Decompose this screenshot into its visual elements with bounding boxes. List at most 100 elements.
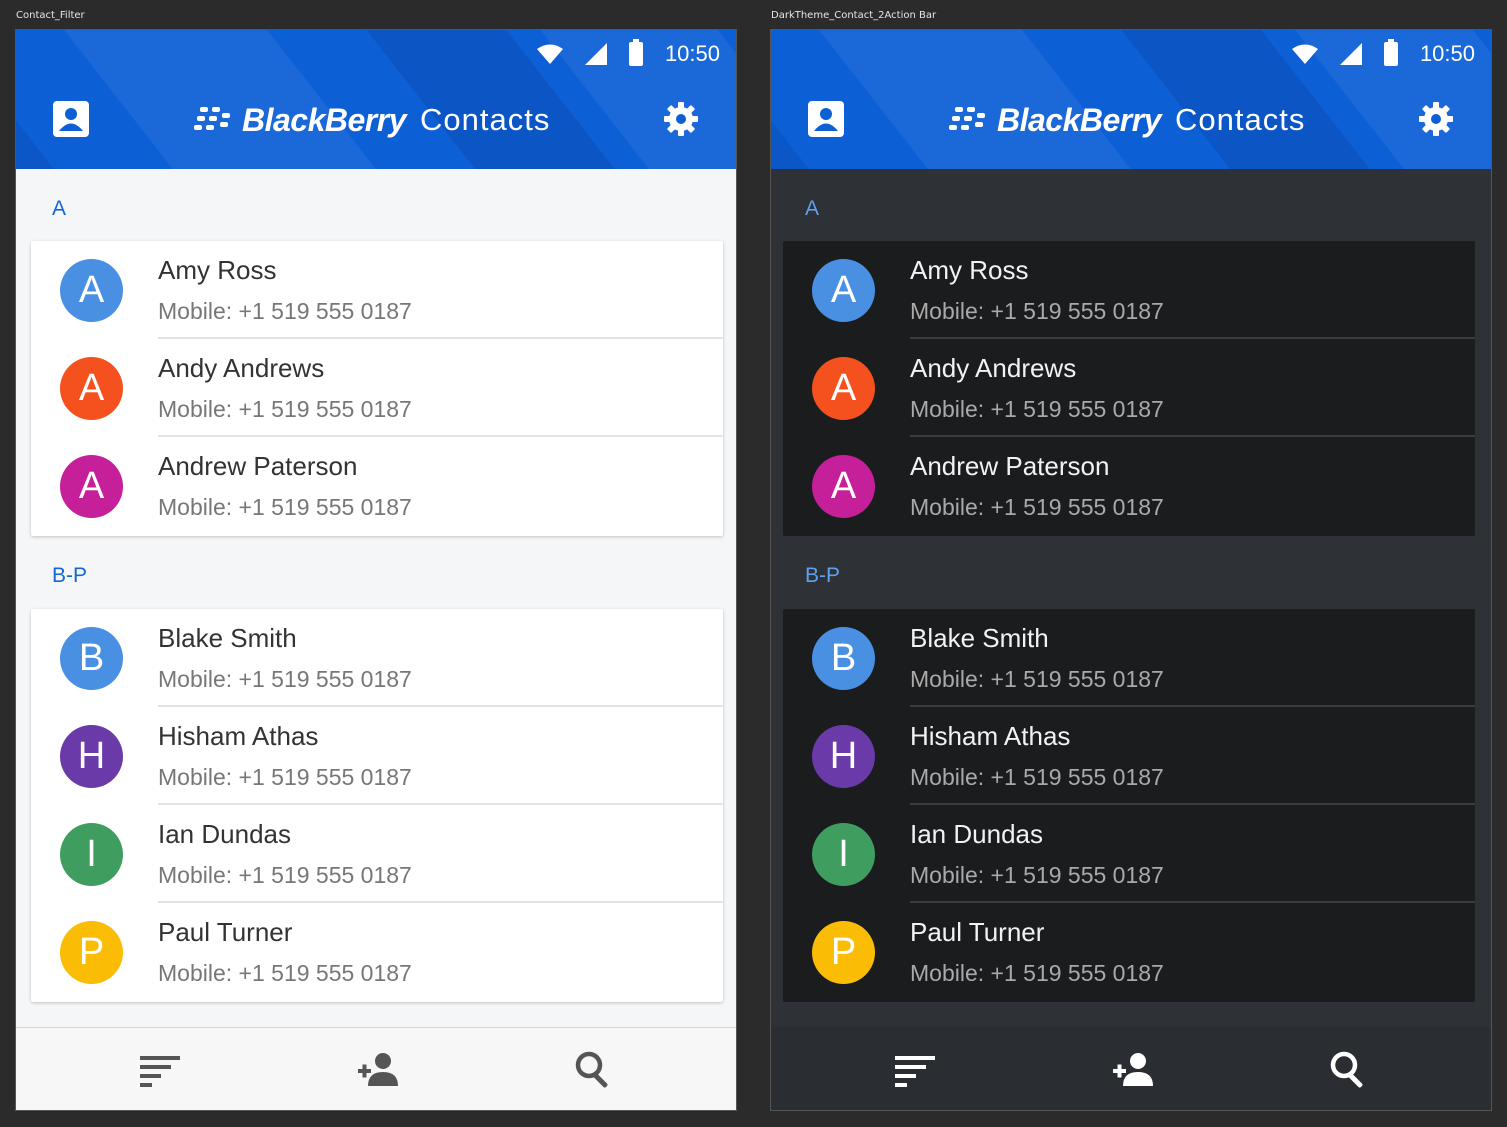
settings-gear-icon[interactable]	[662, 100, 700, 138]
contact-row[interactable]: A Andrew Paterson Mobile: +1 519 555 018…	[783, 437, 1475, 535]
contact-phone: Mobile: +1 519 555 0187	[158, 764, 412, 790]
contacts-screen-light: 10:50 BlackBerry Contacts A A Amy Ross M…	[15, 29, 737, 1111]
section-header-a: A	[805, 197, 820, 220]
contact-row[interactable]: I Ian Dundas Mobile: +1 519 555 0187	[783, 805, 1475, 903]
contact-name: Hisham Athas	[158, 721, 319, 751]
add-contact-button[interactable]	[1111, 1050, 1155, 1090]
bottom-action-bar	[771, 1027, 1491, 1110]
search-icon	[575, 1051, 608, 1088]
contact-card-a: A Amy Ross Mobile: +1 519 555 0187 A And…	[783, 241, 1475, 536]
contact-row[interactable]: P Paul Turner Mobile: +1 519 555 0187	[783, 903, 1475, 1001]
contact-phone: Mobile: +1 519 555 0187	[158, 494, 412, 520]
section-header-b-p: B-P	[52, 564, 88, 587]
search-icon	[1330, 1051, 1363, 1088]
app-bar: 10:50 BlackBerry Contacts	[16, 30, 736, 169]
avatar: A	[812, 455, 875, 518]
avatar: A	[812, 357, 875, 420]
contact-phone: Mobile: +1 519 555 0187	[910, 666, 1164, 692]
contact-name: Andy Andrews	[910, 353, 1077, 383]
contact-name: Paul Turner	[910, 917, 1045, 947]
brand-title: BlackBerry Contacts	[949, 98, 1305, 142]
contacts-book-icon[interactable]	[52, 100, 90, 138]
avatar: P	[60, 921, 123, 984]
contact-row[interactable]: H Hisham Athas Mobile: +1 519 555 0187	[31, 707, 723, 805]
status-time: 10:50	[664, 41, 720, 66]
contacts-screen-dark: 10:50 BlackBerry Contacts A A Amy Ross M…	[770, 29, 1492, 1111]
status-bar: 10:50	[536, 39, 720, 68]
contact-row[interactable]: H Hisham Athas Mobile: +1 519 555 0187	[783, 707, 1475, 805]
contacts-book-icon[interactable]	[807, 100, 845, 138]
filter-button[interactable]	[138, 1050, 182, 1090]
contact-name: Andrew Paterson	[910, 451, 1110, 481]
status-bar: 10:50	[1291, 39, 1475, 68]
contact-phone: Mobile: +1 519 555 0187	[910, 960, 1164, 986]
search-button[interactable]	[1327, 1050, 1371, 1090]
contact-name: Hisham Athas	[910, 721, 1071, 751]
wifi-icon	[1291, 44, 1318, 64]
avatar: B	[812, 627, 875, 690]
avatar: P	[812, 921, 875, 984]
contact-row[interactable]: P Paul Turner Mobile: +1 519 555 0187	[31, 903, 723, 1001]
signal-icon	[584, 43, 607, 65]
avatar: A	[60, 259, 123, 322]
contact-phone: Mobile: +1 519 555 0187	[158, 396, 412, 422]
contact-card-b-p: B Blake Smith Mobile: +1 519 555 0187 H …	[31, 609, 723, 1002]
contact-phone: Mobile: +1 519 555 0187	[910, 764, 1164, 790]
filter-button[interactable]	[893, 1050, 937, 1090]
contact-row[interactable]: A Andy Andrews Mobile: +1 519 555 0187	[31, 339, 723, 437]
settings-gear-icon[interactable]	[1417, 100, 1455, 138]
contact-name: Ian Dundas	[158, 819, 291, 849]
section-header-b-p: B-P	[805, 564, 841, 587]
artboard-title: DarkTheme_Contact_2Action Bar	[771, 10, 937, 21]
contact-row[interactable]: A Andy Andrews Mobile: +1 519 555 0187	[783, 339, 1475, 437]
signal-icon	[1339, 43, 1362, 65]
avatar: I	[60, 823, 123, 886]
contact-row[interactable]: A Andrew Paterson Mobile: +1 519 555 018…	[31, 437, 723, 535]
contact-row[interactable]: A Amy Ross Mobile: +1 519 555 0187	[31, 241, 723, 339]
contact-card-b-p: B Blake Smith Mobile: +1 519 555 0187 H …	[783, 609, 1475, 1002]
filter-icon	[895, 1056, 935, 1087]
wifi-icon	[536, 44, 563, 64]
contact-phone: Mobile: +1 519 555 0187	[910, 298, 1164, 324]
contact-row[interactable]: A Amy Ross Mobile: +1 519 555 0187	[783, 241, 1475, 339]
avatar: H	[812, 725, 875, 788]
contact-name: Amy Ross	[158, 255, 277, 285]
contact-phone: Mobile: +1 519 555 0187	[910, 396, 1164, 422]
add-contact-icon	[1113, 1053, 1153, 1086]
contact-phone: Mobile: +1 519 555 0187	[910, 862, 1164, 888]
contact-phone: Mobile: +1 519 555 0187	[158, 960, 412, 986]
filter-icon	[140, 1056, 180, 1087]
battery-icon	[1383, 39, 1398, 66]
status-time: 10:50	[1419, 41, 1475, 66]
contact-row[interactable]: B Blake Smith Mobile: +1 519 555 0187	[783, 609, 1475, 707]
contact-phone: Mobile: +1 519 555 0187	[158, 298, 412, 324]
contact-phone: Mobile: +1 519 555 0187	[910, 494, 1164, 520]
contact-name: Blake Smith	[910, 623, 1049, 653]
avatar: A	[812, 259, 875, 322]
search-button[interactable]	[572, 1050, 616, 1090]
contact-name: Blake Smith	[158, 623, 297, 653]
blackberry-logo-icon	[949, 107, 985, 130]
app-name: Contacts	[1175, 102, 1306, 137]
bottom-action-bar	[16, 1027, 736, 1110]
avatar: B	[60, 627, 123, 690]
section-header-a: A	[52, 197, 67, 220]
contact-name: Amy Ross	[910, 255, 1029, 285]
contact-row[interactable]: I Ian Dundas Mobile: +1 519 555 0187	[31, 805, 723, 903]
contact-name: Paul Turner	[158, 917, 293, 947]
app-bar: 10:50 BlackBerry Contacts	[771, 30, 1491, 169]
contact-name: Andrew Paterson	[158, 451, 358, 481]
brand-title: BlackBerry Contacts	[194, 98, 550, 142]
contact-row[interactable]: B Blake Smith Mobile: +1 519 555 0187	[31, 609, 723, 707]
artboard-title: Contact_Filter	[16, 10, 85, 21]
contact-name: Ian Dundas	[910, 819, 1043, 849]
battery-icon	[628, 39, 643, 66]
add-contact-icon	[358, 1053, 398, 1086]
add-contact-button[interactable]	[356, 1050, 400, 1090]
blackberry-logo-icon	[194, 107, 230, 130]
contact-card-a: A Amy Ross Mobile: +1 519 555 0187 A And…	[31, 241, 723, 536]
brand-name: BlackBerry	[997, 101, 1162, 138]
contact-name: Andy Andrews	[158, 353, 325, 383]
avatar: I	[812, 823, 875, 886]
app-name: Contacts	[420, 102, 551, 137]
